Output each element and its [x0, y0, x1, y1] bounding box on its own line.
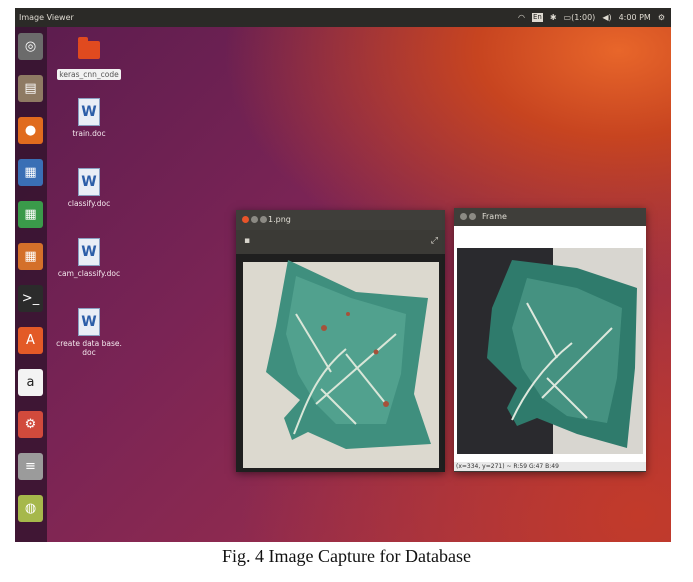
wifi-icon[interactable]: ◠: [518, 8, 525, 27]
desktop-screenshot: Image Viewer ◠ En ✱ ▭(1:00) ◀) 4:00 PM ⚙…: [15, 8, 671, 542]
image-canvas: [236, 254, 445, 472]
minimize-button[interactable]: [469, 213, 476, 220]
desktop-icon-label: cam_classify.doc: [57, 269, 121, 278]
close-button[interactable]: [460, 213, 467, 220]
clock[interactable]: 4:00 PM: [619, 8, 651, 27]
calc-icon[interactable]: ▦: [18, 201, 43, 228]
maximize-button[interactable]: [260, 216, 267, 223]
gallery-icon[interactable]: ▪: [244, 236, 250, 246]
minimize-button[interactable]: [251, 216, 258, 223]
drive-icon[interactable]: ≡: [18, 453, 43, 480]
volume-icon[interactable]: ◀): [602, 8, 611, 27]
top-panel: Image Viewer ◠ En ✱ ▭(1:00) ◀) 4:00 PM ⚙: [15, 8, 671, 27]
fullscreen-icon[interactable]: ⤢: [431, 236, 438, 246]
word-doc-icon: W: [78, 168, 100, 196]
leaf-photo: [243, 260, 439, 468]
image-viewer-icon[interactable]: ◍: [18, 495, 43, 522]
frame-canvas: [454, 226, 646, 462]
viewer-toolbar: ▪ ⤢: [236, 230, 445, 254]
desktop-icon-label: keras_cnn_code: [57, 69, 121, 80]
image-viewer-window: 1.png ▪ ⤢: [236, 210, 445, 472]
launcher: ◎ ▤ ● ▦ ▦ ▦ >_ Aa ⚙ ≡ ◍: [15, 27, 47, 542]
frame-window: Frame (x=334, y=271) ~ R:59 G:47 B:49: [454, 208, 646, 472]
window-title: 1.png: [268, 215, 291, 224]
desktop-icon-classify[interactable]: W classify.doc: [54, 168, 124, 208]
window-titlebar[interactable]: 1.png: [236, 210, 445, 230]
folder-icon: [78, 37, 100, 59]
window-titlebar[interactable]: Frame: [454, 208, 646, 226]
status-area: ◠ En ✱ ▭(1:00) ◀) 4:00 PM ⚙: [518, 8, 665, 27]
camera-frame-image: [457, 248, 643, 454]
impress-icon[interactable]: ▦: [18, 243, 43, 270]
settings-icon[interactable]: ⚙: [18, 411, 43, 438]
files-icon[interactable]: ▤: [18, 75, 43, 102]
desktop-icon-label: classify.doc: [67, 199, 111, 208]
battery-indicator[interactable]: ▭(1:00): [564, 8, 596, 27]
word-doc-icon: W: [78, 238, 100, 266]
terminal-icon[interactable]: >_: [18, 285, 43, 312]
desktop-icon-train[interactable]: W train.doc: [54, 98, 124, 138]
keyboard-layout-indicator[interactable]: En: [531, 13, 543, 22]
desktop-icon-label: train.doc: [72, 129, 106, 138]
figure-caption: Fig. 4 Image Capture for Database: [222, 546, 471, 566]
firefox-icon[interactable]: ●: [18, 117, 43, 144]
app-title: Image Viewer: [19, 13, 74, 22]
writer-icon[interactable]: ▦: [18, 159, 43, 186]
word-doc-icon: W: [78, 98, 100, 126]
ubuntu-dash-icon[interactable]: ◎: [18, 33, 43, 60]
gear-icon[interactable]: ⚙: [658, 8, 665, 27]
desktop-icon-label: create data base. doc: [56, 339, 122, 357]
desktop-icon-cam-classify[interactable]: W cam_classify.doc: [54, 238, 124, 278]
software-center-icon[interactable]: A: [18, 327, 43, 354]
window-title: Frame: [482, 212, 507, 221]
bluetooth-icon[interactable]: ✱: [550, 8, 557, 27]
close-button[interactable]: [242, 216, 249, 223]
desktop-icon-create-database[interactable]: W create data base. doc: [54, 308, 124, 357]
pixel-readout: (x=334, y=271) ~ R:59 G:47 B:49: [454, 462, 646, 471]
word-doc-icon: W: [78, 308, 100, 336]
desktop-icon-folder[interactable]: keras_cnn_code: [54, 37, 124, 81]
amazon-icon[interactable]: a: [18, 369, 43, 396]
